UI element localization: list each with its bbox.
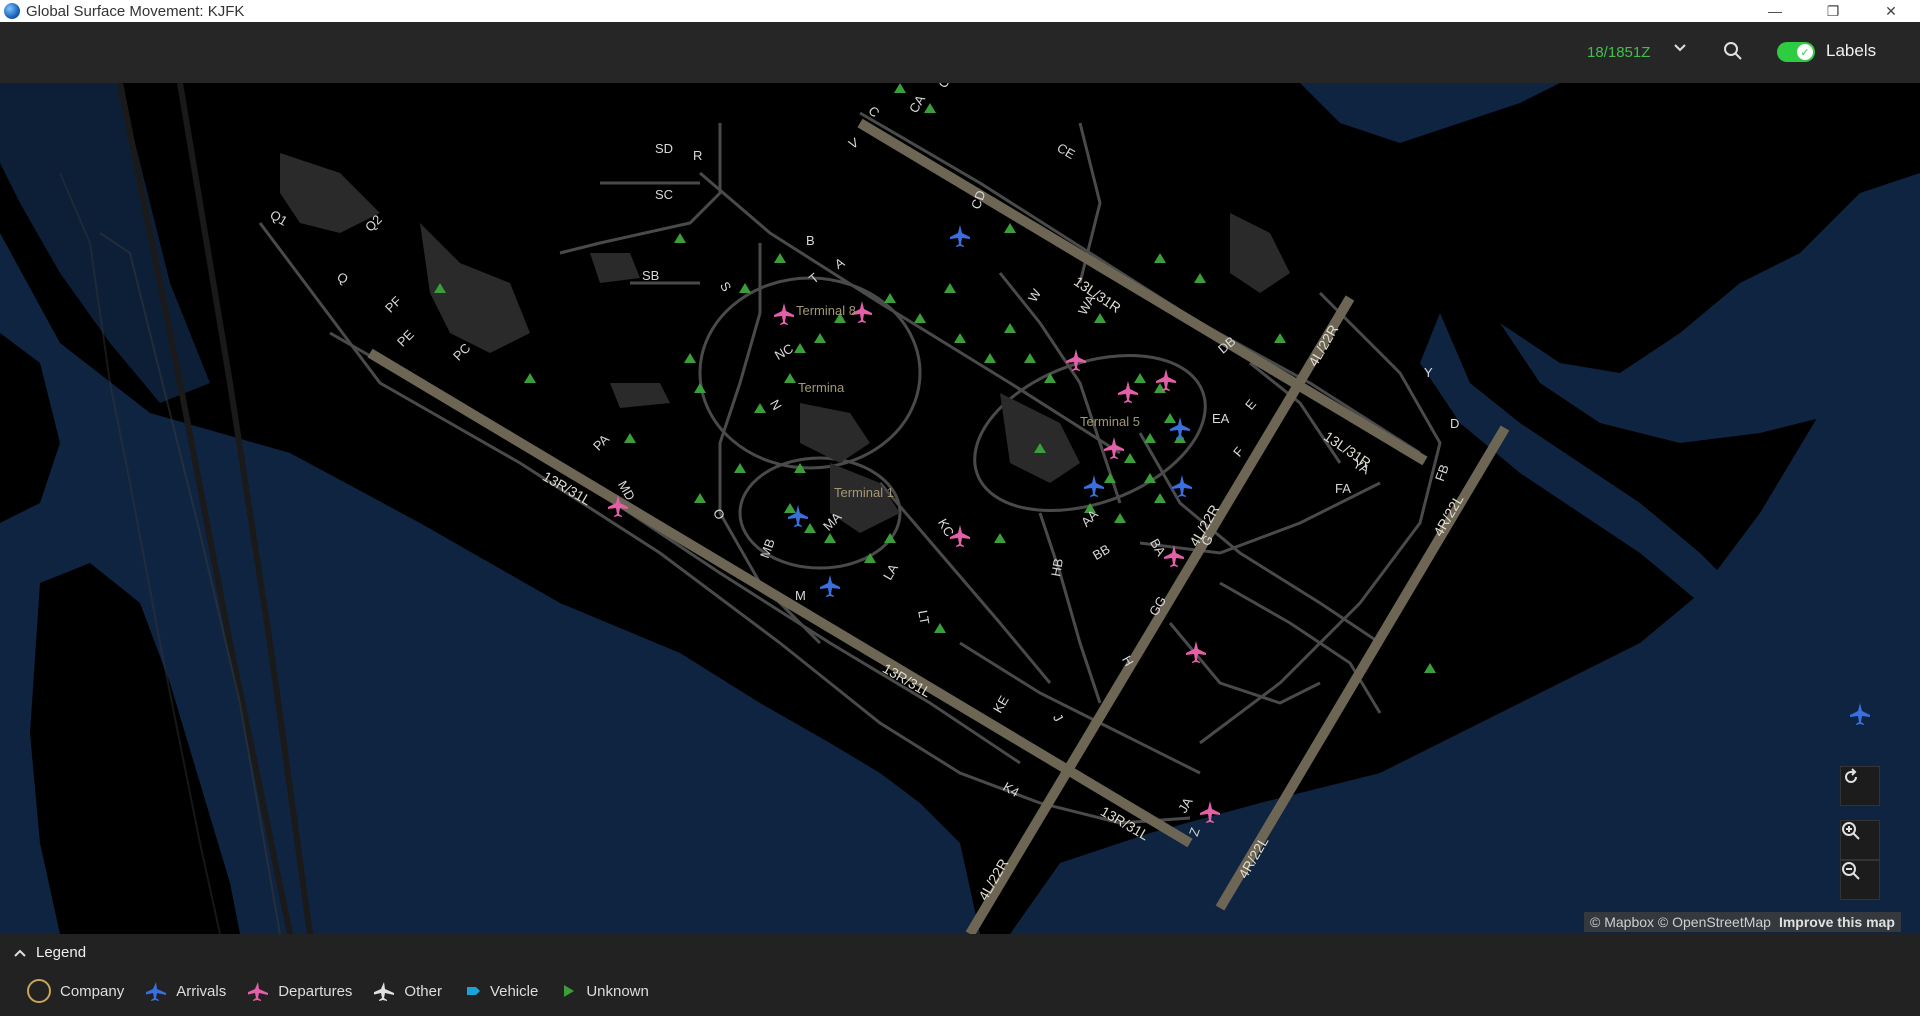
zoom-in-button[interactable] <box>1840 820 1880 860</box>
window-titlebar: Global Surface Movement: KJFK — ❐ ✕ <box>0 0 1920 22</box>
legend-departures: Departures <box>248 980 352 1002</box>
legend-title: Legend <box>36 944 87 961</box>
legend-items: Company Arrivals Departures Other Vehicl… <box>26 978 671 1004</box>
taxiway-label: EA <box>1212 411 1230 426</box>
vehicle-icon <box>466 987 480 995</box>
water-bodies <box>0 83 1920 934</box>
globe-app-icon <box>4 3 20 19</box>
reset-view-button[interactable] <box>1840 766 1880 806</box>
close-button[interactable]: ✕ <box>1862 0 1920 22</box>
osm-credit[interactable]: © OpenStreetMap <box>1658 914 1771 930</box>
legend-unknown: Unknown <box>560 982 649 1000</box>
taxiway-label: R <box>693 148 703 163</box>
labels-toggle-label: Labels <box>1826 41 1877 60</box>
labels-toggle[interactable]: ✓ <box>1777 42 1815 62</box>
legend-toggle[interactable]: Legend <box>12 944 86 961</box>
search-icon[interactable] <box>1722 40 1744 62</box>
check-icon: ✓ <box>1797 44 1813 60</box>
legend-vehicle: Vehicle <box>464 982 538 1000</box>
airport-map[interactable]: SDSCSBRQ1Q2QPFPEPCPAMDMBMAMCCACBCECDBATS… <box>0 83 1920 934</box>
restore-button[interactable]: ❐ <box>1804 0 1862 22</box>
taxiway-label: D <box>1450 416 1460 431</box>
improve-map-link[interactable]: Improve this map <box>1779 914 1895 930</box>
terminal-1-label: Terminal 1 <box>834 485 894 500</box>
legend-label: Arrivals <box>176 982 227 1000</box>
window-title: Global Surface Movement: KJFK <box>26 2 245 20</box>
legend-label: Unknown <box>586 982 649 1000</box>
taxiway-label: SD <box>655 141 674 156</box>
legend-label: Departures <box>278 982 353 1000</box>
triangle-icon <box>564 985 575 997</box>
taxiway-label: M <box>795 588 806 603</box>
legend-label: Company <box>60 982 125 1000</box>
taxiway-label: Y <box>1424 365 1433 380</box>
zoom-in-icon <box>1842 822 1860 840</box>
refresh-icon <box>1845 768 1857 783</box>
legend-other: Other <box>374 980 442 1002</box>
zulu-time-display[interactable]: 18/1851Z <box>1587 44 1650 61</box>
taxiway-label: HB <box>1048 557 1066 578</box>
zoom-out-icon <box>1842 862 1860 880</box>
company-ring-icon <box>27 979 51 1003</box>
taxiway-label: FA <box>1335 481 1351 496</box>
legend-company: Company <box>26 978 124 1004</box>
taxiway-label: SC <box>655 187 674 202</box>
terminal-label: Termina <box>798 380 845 395</box>
mapbox-credit[interactable]: © Mapbox <box>1590 914 1654 930</box>
airplane-icon <box>146 982 167 1001</box>
terminal-5-label: Terminal 5 <box>1080 414 1140 429</box>
taxiway-label: SB <box>642 268 660 283</box>
minimize-button[interactable]: — <box>1746 0 1804 22</box>
taxiway-label: LT <box>915 609 933 626</box>
zoom-out-button[interactable] <box>1840 860 1880 900</box>
legend-arrivals: Arrivals <box>146 980 226 1002</box>
legend-panel: Legend Company Arrivals Departures Other… <box>0 934 1920 1016</box>
terminal-8-label: Terminal 8 <box>796 303 856 318</box>
airplane-icon <box>248 982 269 1001</box>
legend-label: Other <box>404 982 442 1000</box>
map-canvas <box>0 83 1920 934</box>
legend-label: Vehicle <box>489 982 539 1000</box>
chevron-down-icon[interactable] <box>1672 40 1688 56</box>
map-attribution: © Mapbox © OpenStreetMap Improve this ma… <box>1584 912 1901 932</box>
taxiway-label: B <box>806 233 815 248</box>
airplane-icon <box>374 982 395 1001</box>
chevron-up-icon <box>14 949 26 957</box>
